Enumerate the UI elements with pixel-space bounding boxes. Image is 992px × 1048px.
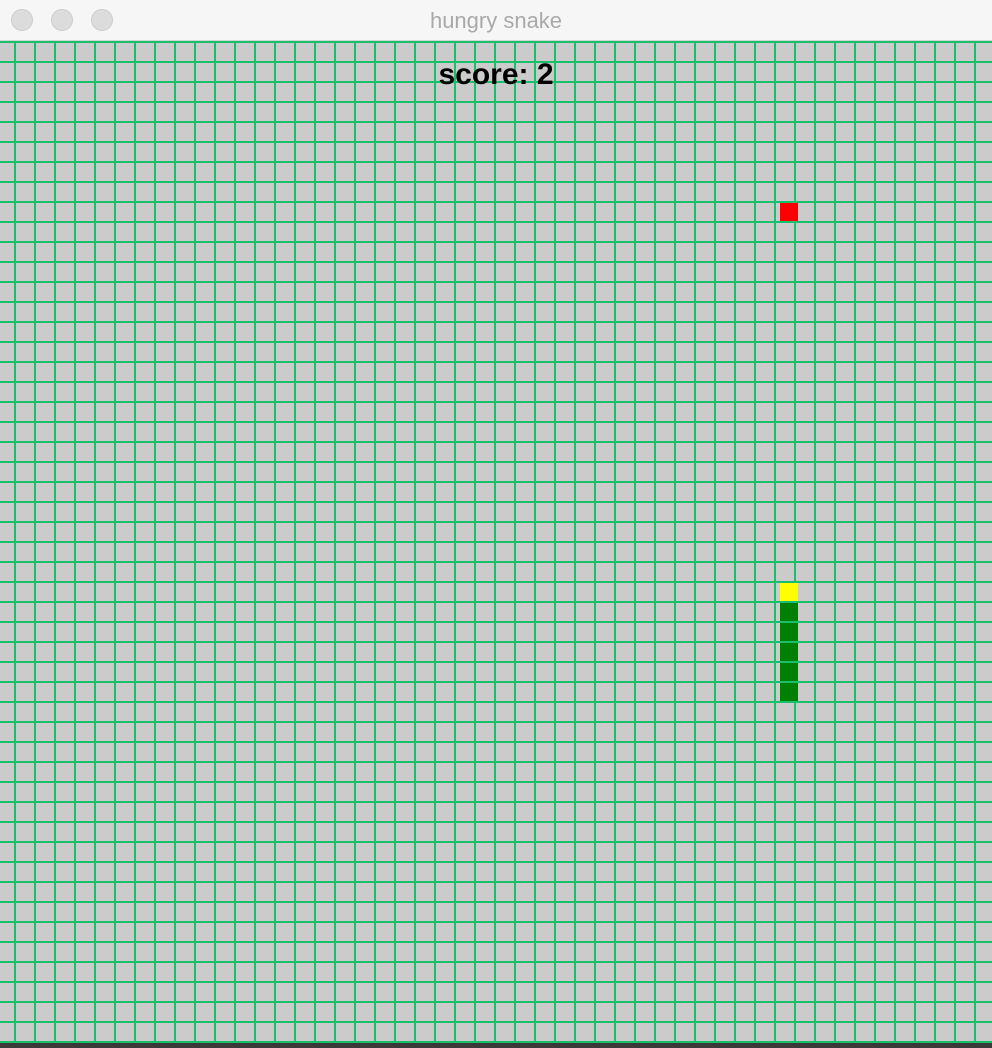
window-bottom-edge (0, 1043, 992, 1048)
snake-body-segment (780, 663, 798, 681)
score-label: score: 2 (438, 58, 554, 91)
game-board[interactable]: score: 2 (0, 41, 992, 1043)
game-window: hungry snake score: 2 (0, 0, 992, 1048)
food-pellet (780, 203, 798, 221)
snake-body-segment (780, 603, 798, 621)
title-bar[interactable]: hungry snake (0, 0, 992, 41)
window-title: hungry snake (429, 8, 563, 33)
snake-body-segment (780, 683, 798, 701)
snake-body-segment (780, 643, 798, 661)
snake-body-segment (780, 623, 798, 641)
snake-head (780, 583, 798, 601)
